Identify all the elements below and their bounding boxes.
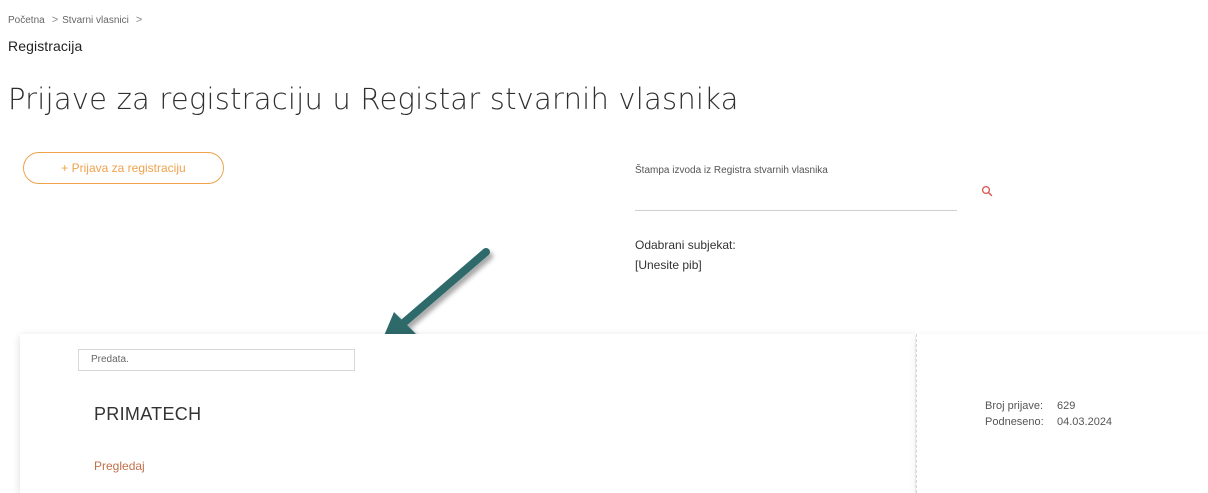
selected-subject-label: Odabrani subjekat: — [635, 238, 736, 252]
breadcrumb-separator: > — [135, 14, 143, 26]
application-number-row: Broj prijave: 629 — [985, 398, 1112, 414]
breadcrumb-home[interactable]: Početna — [8, 15, 45, 26]
page-title: Prijave za registraciju u Registar stvar… — [8, 82, 739, 116]
review-link[interactable]: Pregledaj — [94, 459, 145, 473]
submitted-date-label: Podneseno: — [985, 416, 1044, 428]
application-number-label: Broj prijave: — [985, 400, 1044, 412]
add-registration-button[interactable]: + Prijava za registraciju — [23, 152, 224, 184]
print-extract-label: Štampa izvoda iz Registra stvarnih vlasn… — [635, 165, 828, 176]
application-meta: Broj prijave: 629 Podneseno: 04.03.2024 — [985, 398, 1112, 430]
breadcrumb: Početna > Stvarni vlasnici > — [8, 14, 143, 26]
breadcrumb-owners[interactable]: Stvarni vlasnici — [62, 15, 129, 26]
submitted-date-row: Podneseno: 04.03.2024 — [985, 414, 1112, 430]
application-meta-panel: Broj prijave: 629 Podneseno: 04.03.2024 — [916, 334, 1208, 493]
selected-subject-value: [Unesite pib] — [635, 258, 702, 272]
breadcrumb-current: Registracija — [8, 38, 83, 54]
application-number-value: 629 — [1057, 400, 1076, 412]
search-icon[interactable] — [981, 185, 993, 197]
print-extract-input[interactable] — [635, 182, 957, 211]
breadcrumb-separator: > — [51, 14, 59, 26]
company-name: PRIMATECH — [94, 404, 202, 424]
status-badge: Predata. — [78, 349, 355, 371]
application-card: Predata. PRIMATECH Pregledaj — [20, 334, 915, 493]
submitted-date-value: 04.03.2024 — [1057, 416, 1113, 428]
